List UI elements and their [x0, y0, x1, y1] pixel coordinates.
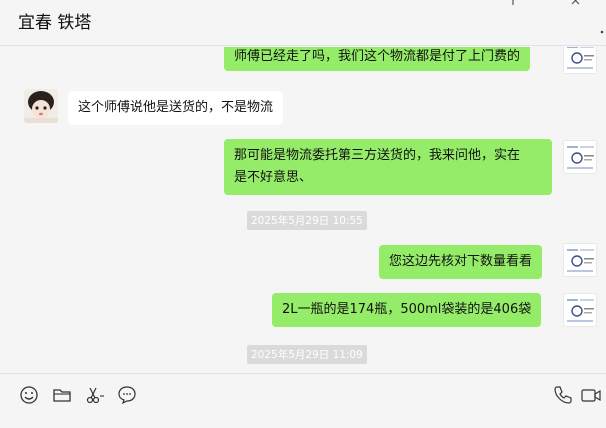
scissors-icon[interactable] [84, 384, 106, 406]
close-icon[interactable] [571, 0, 581, 7]
chat-header: 宜春 铁塔 [0, 0, 606, 46]
folder-icon[interactable] [51, 384, 73, 406]
message-bubble[interactable]: 那可能是物流委托第三方送货的，我来问他，实在 是不好意思、 [224, 139, 552, 195]
message-text: 这个师傅说他是送货的，不是物流 [78, 100, 274, 115]
message-list[interactable]: 师傅已经走了吗，我们这个物流都是付了上门费的 这个师傅说他是送货的，不是物流 那… [0, 47, 606, 373]
message-text: 您这边先核对下数量看看 [389, 254, 533, 269]
message-bubble[interactable]: 这个师傅说他是送货的，不是物流 [68, 91, 284, 125]
avatar[interactable] [563, 293, 597, 327]
message-bubble[interactable]: 2L一瓶的是174瓶，500ml袋装的是406袋 [272, 293, 542, 327]
emoji-icon[interactable] [18, 384, 40, 406]
avatar[interactable] [563, 243, 597, 277]
phone-icon[interactable] [552, 384, 574, 406]
message-bubble[interactable]: 您这边先核对下数量看看 [379, 245, 543, 279]
chat-title: 宜春 铁塔 [18, 13, 92, 33]
pin-icon[interactable] [508, 0, 518, 6]
video-icon[interactable] [580, 384, 602, 406]
timestamp: 2025年5月29日 11:09 [247, 345, 367, 364]
timestamp: 2025年5月29日 10:55 [247, 211, 367, 230]
message-text-line: 是不好意思、 [234, 170, 313, 185]
message-bubble[interactable]: 师傅已经走了吗，我们这个物流都是付了上门费的 [224, 47, 531, 71]
more-icon[interactable] [600, 30, 604, 34]
input-toolbar [0, 373, 606, 428]
chat-bubble-icon[interactable] [116, 384, 138, 406]
message-text: 师傅已经走了吗，我们这个物流都是付了上门费的 [234, 49, 521, 64]
avatar[interactable] [563, 47, 597, 74]
avatar[interactable] [563, 140, 597, 174]
message-text: 2L一瓶的是174瓶，500ml袋装的是406袋 [282, 302, 532, 317]
avatar[interactable] [24, 89, 58, 123]
message-text-line: 那可能是物流委托第三方送货的，我来问他，实在 [234, 148, 521, 163]
